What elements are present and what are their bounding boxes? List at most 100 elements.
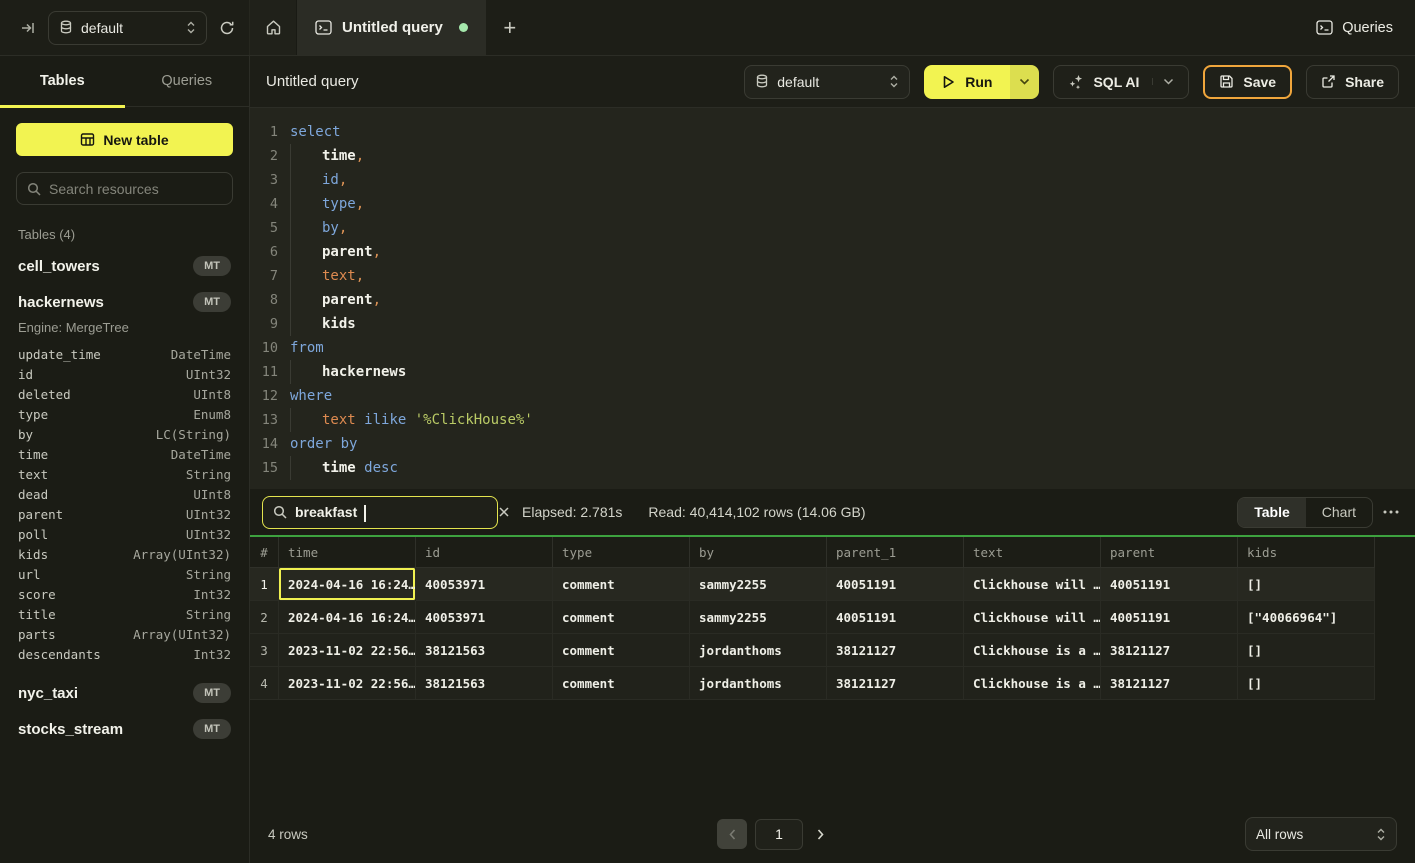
database-selector[interactable]: default — [48, 11, 207, 45]
resource-search-input[interactable] — [49, 181, 230, 197]
table-column-row[interactable]: descendantsInt32 — [18, 645, 231, 665]
column-header[interactable]: kids — [1238, 537, 1375, 568]
next-page-button[interactable] — [817, 829, 824, 840]
table-cell[interactable]: 38121563 — [416, 634, 553, 667]
sidebar-table-item[interactable]: hackernewsMT — [16, 284, 233, 320]
column-header[interactable]: time — [279, 537, 416, 568]
table-cell[interactable]: 2023-11-02 22:56… — [279, 634, 416, 667]
results-search[interactable] — [262, 496, 498, 529]
table-column-row[interactable]: idUInt32 — [18, 365, 231, 385]
home-tab[interactable] — [250, 0, 297, 55]
run-options-button[interactable] — [1010, 65, 1039, 99]
column-header[interactable]: by — [690, 537, 827, 568]
table-cell[interactable]: 2023-11-02 22:56… — [279, 667, 416, 700]
prev-page-button[interactable] — [717, 819, 747, 849]
table-column-row[interactable]: scoreInt32 — [18, 585, 231, 605]
table-cell[interactable]: [] — [1238, 667, 1375, 700]
refresh-button[interactable] — [219, 20, 235, 36]
table-cell[interactable]: 40051191 — [1101, 568, 1238, 601]
table-cell[interactable]: 40051191 — [827, 568, 964, 601]
editor-line[interactable]: 11hackernews — [250, 360, 1415, 384]
column-header[interactable]: id — [416, 537, 553, 568]
table-cell[interactable]: 38121127 — [827, 667, 964, 700]
view-chart-button[interactable]: Chart — [1306, 498, 1372, 527]
clear-search-button[interactable] — [499, 507, 509, 517]
table-cell[interactable]: sammy2255 — [690, 568, 827, 601]
sidebar-table-item[interactable]: nyc_taxiMT — [16, 675, 233, 711]
editor-line[interactable]: 2time, — [250, 144, 1415, 168]
table-cell[interactable]: 40053971 — [416, 568, 553, 601]
table-cell[interactable]: 38121127 — [1101, 634, 1238, 667]
sidebar-table-item[interactable]: stocks_streamMT — [16, 711, 233, 747]
table-column-row[interactable]: kidsArray(UInt32) — [18, 545, 231, 565]
sidebar-tab-tables[interactable]: Tables — [0, 56, 125, 106]
table-cell[interactable]: comment — [553, 601, 690, 634]
table-cell[interactable]: Clickhouse will … — [964, 568, 1101, 601]
editor-line[interactable]: 7text, — [250, 264, 1415, 288]
table-column-row[interactable]: timeDateTime — [18, 445, 231, 465]
editor-line[interactable]: 9kids — [250, 312, 1415, 336]
editor-line[interactable]: 4type, — [250, 192, 1415, 216]
table-cell[interactable]: Clickhouse is a … — [964, 667, 1101, 700]
page-size-selector[interactable]: All rows — [1245, 817, 1397, 851]
table-cell[interactable]: 2024-04-16 16:24… — [279, 568, 416, 601]
table-cell[interactable]: 2024-04-16 16:24… — [279, 601, 416, 634]
table-cell[interactable]: 40051191 — [1101, 601, 1238, 634]
column-header[interactable]: # — [250, 537, 279, 568]
table-cell[interactable]: 38121563 — [416, 667, 553, 700]
table-column-row[interactable]: urlString — [18, 565, 231, 585]
table-cell[interactable]: jordanthoms — [690, 634, 827, 667]
new-table-button[interactable]: New table — [16, 123, 233, 156]
editor-line[interactable]: 14order by — [250, 432, 1415, 456]
sidebar-table-item[interactable]: cell_towersMT — [16, 248, 233, 284]
table-cell[interactable]: [] — [1238, 634, 1375, 667]
table-column-row[interactable]: titleString — [18, 605, 231, 625]
table-cell[interactable]: jordanthoms — [690, 667, 827, 700]
editor-line[interactable]: 13text ilike '%ClickHouse%' — [250, 408, 1415, 432]
table-column-row[interactable]: partsArray(UInt32) — [18, 625, 231, 645]
editor-line[interactable]: 3id, — [250, 168, 1415, 192]
editor-line[interactable]: 15time desc — [250, 456, 1415, 480]
table-cell[interactable]: 40051191 — [827, 601, 964, 634]
table-column-row[interactable]: pollUInt32 — [18, 525, 231, 545]
collapse-sidebar-button[interactable] — [20, 20, 36, 36]
table-column-row[interactable]: deletedUInt8 — [18, 385, 231, 405]
sql-editor[interactable]: 1select2time,3id,4type,5by,6parent,7text… — [250, 108, 1415, 489]
column-header[interactable]: text — [964, 537, 1101, 568]
table-column-row[interactable]: typeEnum8 — [18, 405, 231, 425]
new-tab-button[interactable]: + — [486, 0, 534, 55]
table-cell[interactable]: [] — [1238, 568, 1375, 601]
current-page[interactable]: 1 — [755, 819, 803, 850]
editor-line[interactable]: 6parent, — [250, 240, 1415, 264]
save-button[interactable]: Save — [1203, 65, 1292, 99]
table-cell[interactable]: Clickhouse is a … — [964, 634, 1101, 667]
editor-line[interactable]: 8parent, — [250, 288, 1415, 312]
run-button[interactable]: Run — [924, 65, 1010, 99]
table-cell[interactable]: comment — [553, 634, 690, 667]
column-header[interactable]: parent — [1101, 537, 1238, 568]
column-header[interactable]: type — [553, 537, 690, 568]
table-cell[interactable]: comment — [553, 667, 690, 700]
table-cell[interactable]: Clickhouse will … — [964, 601, 1101, 634]
editor-line[interactable]: 1select — [250, 120, 1415, 144]
resource-search[interactable] — [16, 172, 233, 205]
table-column-row[interactable]: textString — [18, 465, 231, 485]
table-cell[interactable]: 38121127 — [1101, 667, 1238, 700]
sql-ai-options[interactable] — [1152, 78, 1174, 85]
editor-line[interactable]: 12where — [250, 384, 1415, 408]
table-cell[interactable]: 40053971 — [416, 601, 553, 634]
column-header[interactable]: parent_1 — [827, 537, 964, 568]
share-button[interactable]: Share — [1306, 65, 1399, 99]
tab-untitled-query[interactable]: Untitled query — [297, 0, 486, 55]
editor-line[interactable]: 5by, — [250, 216, 1415, 240]
editor-line[interactable]: 10from — [250, 336, 1415, 360]
table-cell[interactable]: comment — [553, 568, 690, 601]
table-column-row[interactable]: deadUInt8 — [18, 485, 231, 505]
results-menu-button[interactable] — [1383, 510, 1399, 514]
sidebar-tab-queries[interactable]: Queries — [125, 56, 250, 106]
queries-button[interactable]: Queries — [1316, 20, 1393, 36]
table-column-row[interactable]: parentUInt32 — [18, 505, 231, 525]
table-cell[interactable]: sammy2255 — [690, 601, 827, 634]
sql-ai-button[interactable]: SQL AI — [1053, 65, 1189, 99]
view-table-button[interactable]: Table — [1238, 498, 1306, 527]
